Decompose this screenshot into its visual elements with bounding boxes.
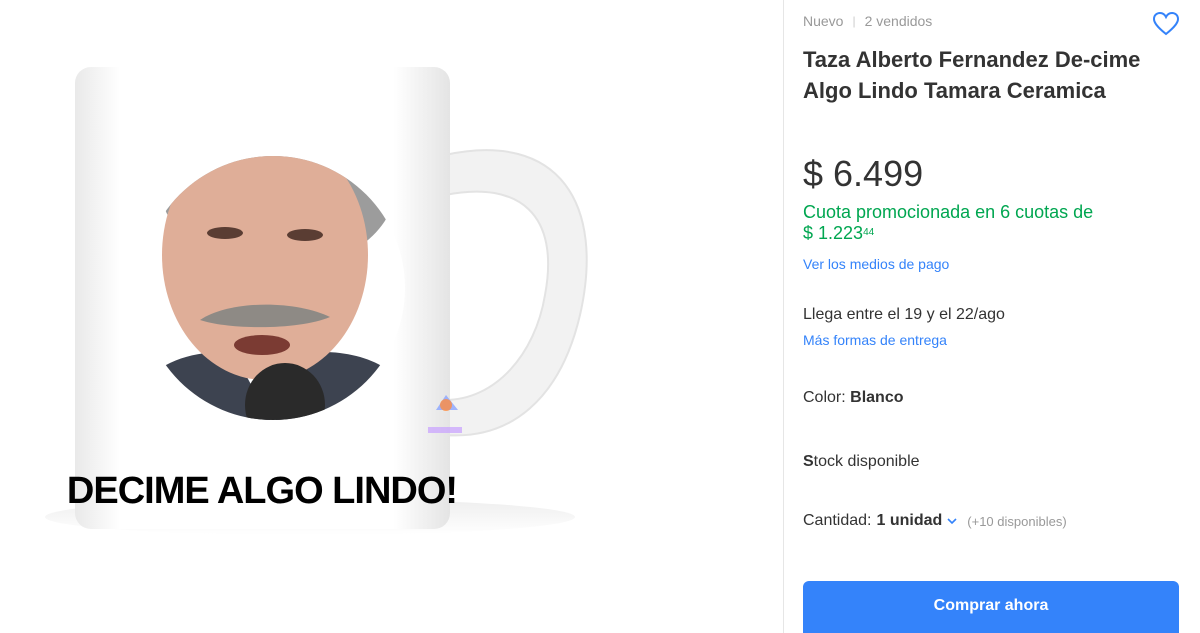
installments-amount: $ 1.223 xyxy=(803,223,864,243)
stock-text: tock disponible xyxy=(813,453,920,470)
installments-text: Cuota promocionada en 6 cuotas de xyxy=(803,202,1094,222)
product-gallery: DECIME ALGO LINDO! xyxy=(0,0,783,633)
stock-status: Stock disponible xyxy=(803,453,920,471)
product-subtitle: Nuevo | 2 vendidos xyxy=(803,13,932,29)
price: $ 6.499 xyxy=(803,153,923,195)
color-value: Blanco xyxy=(850,389,904,406)
quantity-available: (+10 disponibles) xyxy=(967,513,1067,529)
delivery-estimate: Llega entre el 19 y el 22/ago xyxy=(803,306,1005,323)
payment-methods-link[interactable]: Ver los medios de pago xyxy=(803,256,949,272)
buy-now-button[interactable]: Comprar ahora xyxy=(803,581,1179,633)
delivery-options-link[interactable]: Más formas de entrega xyxy=(803,332,947,348)
quantity-dropdown[interactable]: 1 unidad xyxy=(877,512,943,530)
sold-count: 2 vendidos xyxy=(864,13,933,29)
product-title: Taza Alberto Fernandez De-cime Algo Lind… xyxy=(803,47,1141,103)
product-info-panel: Nuevo | 2 vendidos Taza Alberto Fernande… xyxy=(803,0,1185,633)
mug-image: DECIME ALGO LINDO! xyxy=(45,67,588,535)
price-amount: 6.499 xyxy=(833,153,924,194)
condition-label: Nuevo xyxy=(803,13,844,29)
mug-caption: DECIME ALGO LINDO! xyxy=(67,470,457,512)
chevron-down-icon[interactable] xyxy=(946,515,958,527)
subtitle-separator: | xyxy=(852,14,856,28)
quantity-selector: Cantidad: 1 unidad (+10 disponibles) xyxy=(803,512,1067,530)
stock-first-letter: S xyxy=(803,453,814,470)
heart-icon[interactable] xyxy=(1153,12,1179,36)
product-image[interactable]: DECIME ALGO LINDO! xyxy=(40,55,620,545)
quantity-label: Cantidad: xyxy=(803,512,872,529)
color-label: Color: xyxy=(803,389,846,406)
installments-cents: 44 xyxy=(863,227,875,238)
color-variant: Color: Blanco xyxy=(803,389,903,407)
installments-info: Cuota promocionada en 6 cuotas de $ 1.22… xyxy=(803,202,1163,244)
panel-divider xyxy=(783,0,784,633)
price-currency: $ xyxy=(803,153,824,194)
